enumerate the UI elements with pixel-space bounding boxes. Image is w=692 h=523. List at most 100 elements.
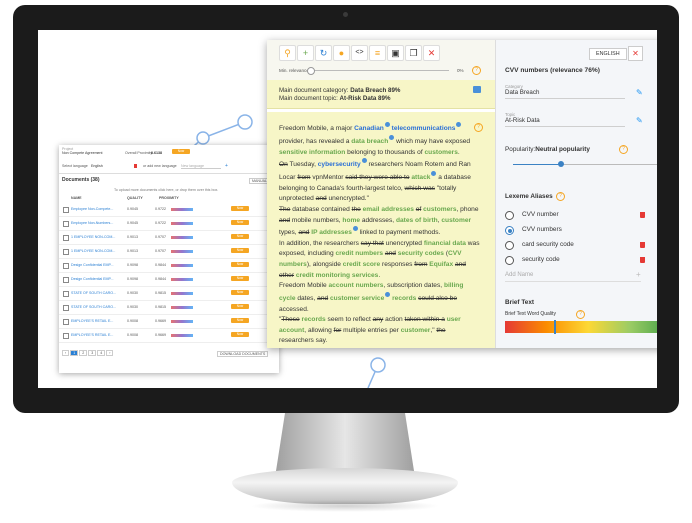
table-row[interactable]: EMPLOYEE'S RETAIL E... 0.9008 0.9669 Now bbox=[59, 315, 279, 329]
row-checkbox[interactable] bbox=[63, 263, 69, 269]
language-select[interactable]: English bbox=[91, 164, 103, 168]
refresh-icon[interactable]: ↻ bbox=[315, 45, 332, 61]
document-name-link[interactable]: STATE OF SOUTH CARO... bbox=[71, 305, 116, 309]
row-checkbox[interactable] bbox=[63, 249, 69, 255]
close-icon[interactable]: ✕ bbox=[423, 45, 440, 61]
table-row[interactable]: 1 EMPLOYEE NON-COM... 0.9013 0.9707 Now bbox=[59, 245, 279, 259]
download-documents-button[interactable]: DOWNLOAD DOCUMENTS bbox=[217, 351, 269, 357]
table-row[interactable]: EMPLOYEE'S RETAIL E... 0.9008 0.9669 Now bbox=[59, 329, 279, 343]
table-row[interactable]: 1 EMPLOYEE NON-COM... 0.9013 0.9707 Now bbox=[59, 231, 279, 245]
delete-alias-icon[interactable] bbox=[640, 212, 645, 218]
popularity-slider-fill bbox=[513, 164, 561, 165]
table-row[interactable]: Design Confidential EMP... 0.9098 0.9844 No… bbox=[59, 259, 279, 273]
row-checkbox[interactable] bbox=[63, 277, 69, 283]
min-relevance-slider[interactable] bbox=[309, 70, 449, 71]
document-name-link[interactable]: 1 EMPLOYEE NON-COM... bbox=[71, 235, 115, 239]
pagination: ‹ 1 2 3 4 › bbox=[62, 350, 114, 356]
aliases-help-icon[interactable]: ? bbox=[556, 192, 565, 201]
row-action-button[interactable]: Now bbox=[231, 234, 249, 239]
row-action-button[interactable]: Now bbox=[231, 290, 249, 295]
edit-topic-icon[interactable]: ✎ bbox=[636, 116, 643, 125]
min-relevance-handle[interactable] bbox=[307, 67, 315, 75]
row-action-button[interactable]: Now bbox=[231, 276, 249, 281]
delete-alias-icon[interactable] bbox=[640, 242, 645, 248]
document-text-body[interactable]: Freedom Mobile, a major Canadian telecom… bbox=[267, 112, 495, 347]
proximity-now-button[interactable]: Now bbox=[172, 149, 190, 154]
proximity-value: 0.9844 bbox=[155, 263, 166, 267]
row-checkbox[interactable] bbox=[63, 333, 69, 339]
project-select[interactable]: Non Compete Agreement bbox=[62, 151, 103, 155]
row-checkbox[interactable] bbox=[63, 305, 69, 311]
popularity-help-icon[interactable]: ? bbox=[619, 145, 628, 154]
row-checkbox[interactable] bbox=[63, 291, 69, 297]
row-action-button[interactable]: Now bbox=[231, 332, 249, 337]
delete-alias-icon[interactable] bbox=[640, 257, 645, 263]
alias-radio[interactable] bbox=[505, 256, 514, 265]
row-checkbox[interactable] bbox=[63, 319, 69, 325]
topic-line-label: Main document topic: bbox=[279, 95, 338, 102]
page-button[interactable]: 2 bbox=[79, 350, 88, 356]
document-name-link[interactable]: Design Confidential EMP... bbox=[71, 277, 113, 281]
add-name-icon[interactable]: + bbox=[636, 270, 641, 279]
document-name-link[interactable]: Employee Non-Compete... bbox=[71, 207, 113, 211]
row-action-button[interactable]: Now bbox=[231, 248, 249, 253]
search-icon[interactable]: ⚲ bbox=[279, 45, 296, 61]
save-icon[interactable]: ▣ bbox=[387, 45, 404, 61]
table-row[interactable]: STATE OF SOUTH CARO... 0.9030 0.9815 Now bbox=[59, 287, 279, 301]
image-icon[interactable] bbox=[473, 86, 481, 93]
table-row[interactable]: STATE OF SOUTH CARO... 0.9030 0.9815 Now bbox=[59, 301, 279, 315]
col-name-header[interactable]: NAME bbox=[71, 196, 82, 200]
document-name-link[interactable]: Design Confidential EMP... bbox=[71, 263, 113, 267]
table-row[interactable]: Design Confidential EMP... 0.9098 0.9844 No… bbox=[59, 273, 279, 287]
add-name-input[interactable]: Add Name bbox=[505, 272, 641, 282]
close-panel-icon[interactable]: ✕ bbox=[628, 46, 643, 61]
text-help-icon[interactable]: ? bbox=[474, 123, 483, 132]
popularity-handle[interactable] bbox=[558, 161, 564, 167]
language-button[interactable]: ENGLISH bbox=[589, 48, 627, 60]
row-checkbox[interactable] bbox=[63, 221, 69, 227]
table-row[interactable]: Employee Non-Compete... 0.9045 0.9722 Now bbox=[59, 203, 279, 217]
code-icon[interactable]: <> bbox=[351, 45, 368, 61]
monitor-screen: Project Non Compete Agreement Overall Pr… bbox=[38, 30, 657, 388]
row-action-button[interactable]: Now bbox=[231, 304, 249, 309]
document-name-link[interactable]: EMPLOYEE'S RETAIL E... bbox=[71, 333, 113, 337]
upload-hint[interactable]: To upload more documents click here, or … bbox=[114, 188, 218, 192]
quality-value: 0.9008 bbox=[127, 319, 138, 323]
table-row[interactable]: Employee Non-Numbers... 0.9045 0.9722 Now bbox=[59, 217, 279, 231]
row-action-button[interactable]: Now bbox=[231, 262, 249, 267]
add-icon[interactable]: + bbox=[297, 45, 314, 61]
delete-language-icon[interactable] bbox=[134, 164, 137, 168]
page-prev-button[interactable]: ‹ bbox=[62, 350, 70, 356]
category-field[interactable]: Data Breach bbox=[505, 89, 625, 99]
copy-icon[interactable]: ❐ bbox=[405, 45, 422, 61]
row-checkbox[interactable] bbox=[63, 207, 69, 213]
edit-category-icon[interactable]: ✎ bbox=[636, 88, 643, 97]
help-icon[interactable]: ? bbox=[472, 66, 481, 75]
alias-radio[interactable] bbox=[505, 226, 514, 235]
row-action-button[interactable]: Now bbox=[231, 318, 249, 323]
page-next-button[interactable]: › bbox=[106, 350, 114, 356]
alias-radio[interactable] bbox=[505, 241, 514, 250]
list-icon[interactable]: ≡ bbox=[369, 45, 386, 61]
add-language-icon[interactable]: + bbox=[225, 163, 228, 169]
lightbulb-icon[interactable]: ● bbox=[333, 45, 350, 61]
document-name-link[interactable]: Employee Non-Numbers... bbox=[71, 221, 113, 225]
proximity-value: 0.9815 bbox=[155, 291, 166, 295]
topic-field[interactable]: At-Risk Data bbox=[505, 117, 625, 127]
document-name-link[interactable]: EMPLOYEE'S RETAIL E... bbox=[71, 319, 113, 323]
page-button[interactable]: 3 bbox=[88, 350, 97, 356]
document-name-link[interactable]: 1 EMPLOYEE NON-COM... bbox=[71, 249, 115, 253]
brief-quality-help-icon[interactable]: ? bbox=[576, 310, 585, 319]
col-quality-header[interactable]: QUALITY bbox=[127, 196, 143, 200]
row-action-button[interactable]: Now bbox=[231, 220, 249, 225]
row-action-button[interactable]: Now bbox=[231, 206, 249, 211]
add-language-input[interactable]: New language bbox=[181, 164, 221, 169]
page-button[interactable]: 1 bbox=[70, 350, 79, 356]
row-checkbox[interactable] bbox=[63, 235, 69, 241]
documents-window: Project Non Compete Agreement Overall Pr… bbox=[59, 145, 279, 373]
quality-value: 0.9008 bbox=[127, 333, 138, 337]
document-name-link[interactable]: STATE OF SOUTH CARO... bbox=[71, 291, 116, 295]
col-proximity-header[interactable]: PROXIMITY bbox=[159, 196, 179, 200]
alias-radio[interactable] bbox=[505, 211, 514, 220]
page-button[interactable]: 4 bbox=[97, 350, 106, 356]
